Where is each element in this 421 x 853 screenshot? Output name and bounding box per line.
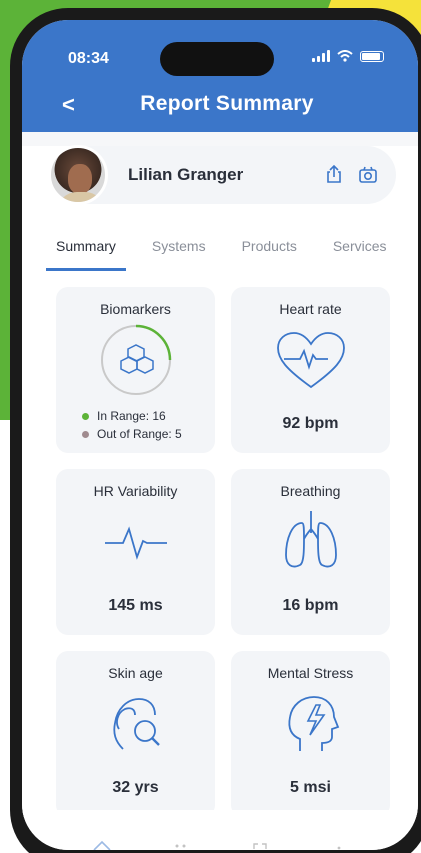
dynamic-island [160,42,274,76]
grid-icon[interactable] [172,840,190,850]
header-bar: 08:34 < Report Summary [22,20,418,132]
breathing-label: Breathing [280,483,341,499]
avatar [48,145,108,205]
main-content: Lilian Granger Summary Systems Products … [22,145,418,817]
hr-variability-value: 145 ms [108,597,163,614]
profile-card[interactable]: Lilian Granger [48,145,396,205]
pulse-line-icon [104,526,167,560]
profile-actions [324,164,378,184]
face-magnifier-icon [112,698,160,750]
mental-stress-label: Mental Stress [267,665,354,681]
skin-age-card[interactable]: Skin age 32 yrs [56,651,215,817]
mental-stress-card[interactable]: Mental Stress 5 msi [231,651,390,817]
heart-rate-value: 92 bpm [282,415,339,432]
tab-bar: Summary Systems Products Services [46,238,418,271]
home-icon[interactable] [92,840,111,850]
heart-rate-card[interactable]: Heart rate 92 bpm [231,287,390,453]
breathing-value: 16 bpm [282,597,339,614]
hr-variability-card[interactable]: HR Variability 145 ms [56,469,215,635]
biomarkers-legend: In Range: 16 Out of Range: 5 [82,407,182,443]
status-icons [312,50,384,62]
metrics-grid: Biomarkers In Range: 16 Out of Range: 5 [56,287,418,817]
status-time: 08:34 [68,50,109,67]
battery-icon [360,50,384,62]
tab-products[interactable]: Products [232,238,307,271]
tab-services[interactable]: Services [323,238,397,271]
lungs-icon [284,511,337,568]
hexagons-icon [100,324,171,395]
heart-pulse-icon [276,332,345,389]
profile-name: Lilian Granger [128,165,244,184]
wifi-icon [337,50,353,62]
in-range-text: In Range: 16 [97,409,166,423]
scan-icon[interactable] [251,840,269,850]
tab-systems[interactable]: Systems [142,238,216,271]
tab-summary[interactable]: Summary [46,238,126,271]
biomarkers-label: Biomarkers [100,301,171,317]
share-icon[interactable] [324,164,344,184]
biomarkers-card[interactable]: Biomarkers In Range: 16 Out of Range: 5 [56,287,215,453]
signal-icon [312,50,330,62]
hr-variability-label: HR Variability [93,483,178,499]
more-icon[interactable] [330,840,348,850]
bottom-nav [22,810,418,850]
phone-frame: 08:34 < Report Summary Lilian Granger Su… [10,8,421,853]
heart-rate-label: Heart rate [279,301,342,317]
camera-icon[interactable] [358,164,378,184]
phone-screen: 08:34 < Report Summary Lilian Granger Su… [22,20,418,850]
skin-age-value: 32 yrs [112,779,159,796]
head-bolt-icon [287,696,339,751]
breathing-card[interactable]: Breathing 16 bpm [231,469,390,635]
mental-stress-value: 5 msi [290,779,331,796]
page-title: Report Summary [140,92,314,115]
skin-age-label: Skin age [108,665,163,681]
out-of-range-text: Out of Range: 5 [97,427,182,441]
